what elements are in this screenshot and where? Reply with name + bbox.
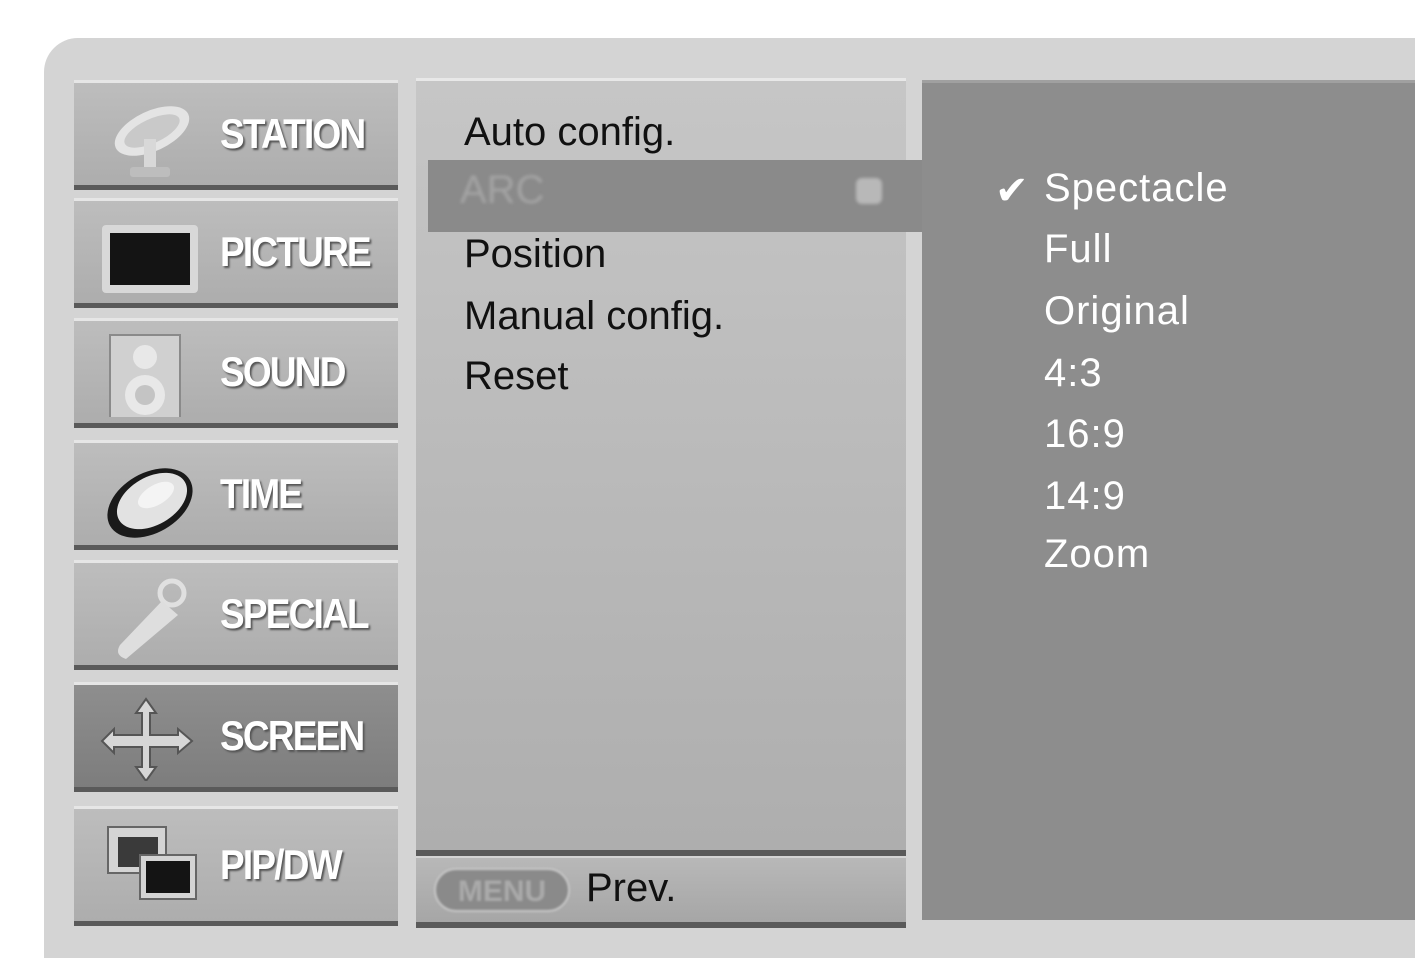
- clock-icon: [107, 468, 193, 538]
- option-16-9[interactable]: 16:9: [1044, 412, 1126, 457]
- menu-button[interactable]: MENU: [434, 868, 570, 912]
- satellite-dish-icon: [114, 106, 190, 177]
- category-label: STATION: [220, 110, 366, 157]
- category-station[interactable]: STATION: [74, 80, 398, 190]
- key-tag-icon: [118, 578, 187, 659]
- option-spectacle[interactable]: Spectacle: [1044, 166, 1229, 211]
- option-14-9[interactable]: 14:9: [1044, 474, 1126, 519]
- category-special[interactable]: SPECIAL: [74, 560, 398, 670]
- submenu-item-reset[interactable]: Reset: [464, 354, 569, 399]
- prev-label: Prev.: [586, 866, 677, 910]
- submenu-footer: MENU Prev.: [416, 858, 906, 928]
- option-full[interactable]: Full: [1044, 227, 1112, 272]
- category-sound[interactable]: SOUND: [74, 318, 398, 428]
- pip-windows-icon: [107, 826, 197, 900]
- category-label: SPECIAL: [220, 590, 370, 637]
- option-4-3[interactable]: 4:3: [1044, 351, 1103, 396]
- category-label: TIME: [220, 470, 303, 517]
- category-screen[interactable]: SCREEN: [74, 682, 398, 792]
- move-arrows-icon: [100, 697, 194, 781]
- submenu-item-position[interactable]: Position: [464, 232, 606, 277]
- option-original[interactable]: Original: [1044, 289, 1190, 334]
- category-label: SCREEN: [220, 712, 365, 759]
- category-label: PICTURE: [220, 228, 372, 275]
- option-zoom[interactable]: Zoom: [1044, 532, 1150, 577]
- category-time[interactable]: TIME: [74, 440, 398, 550]
- category-label: PIP/DW: [220, 841, 343, 888]
- submenu-arrow-icon: [856, 178, 882, 204]
- submenu-item-label: ARC: [460, 168, 545, 212]
- submenu-item-auto-config[interactable]: Auto config.: [464, 110, 675, 155]
- category-picture[interactable]: PICTURE: [74, 198, 398, 308]
- category-label: SOUND: [220, 348, 346, 395]
- tv-screen-icon: [102, 225, 198, 293]
- speaker-icon: [109, 334, 181, 417]
- checkmark-icon: ✔: [995, 169, 1029, 213]
- submenu-item-arc[interactable]: ARC: [428, 160, 928, 232]
- submenu-item-manual-config[interactable]: Manual config.: [464, 294, 724, 339]
- category-pip-dw[interactable]: PIP/DW: [74, 806, 398, 926]
